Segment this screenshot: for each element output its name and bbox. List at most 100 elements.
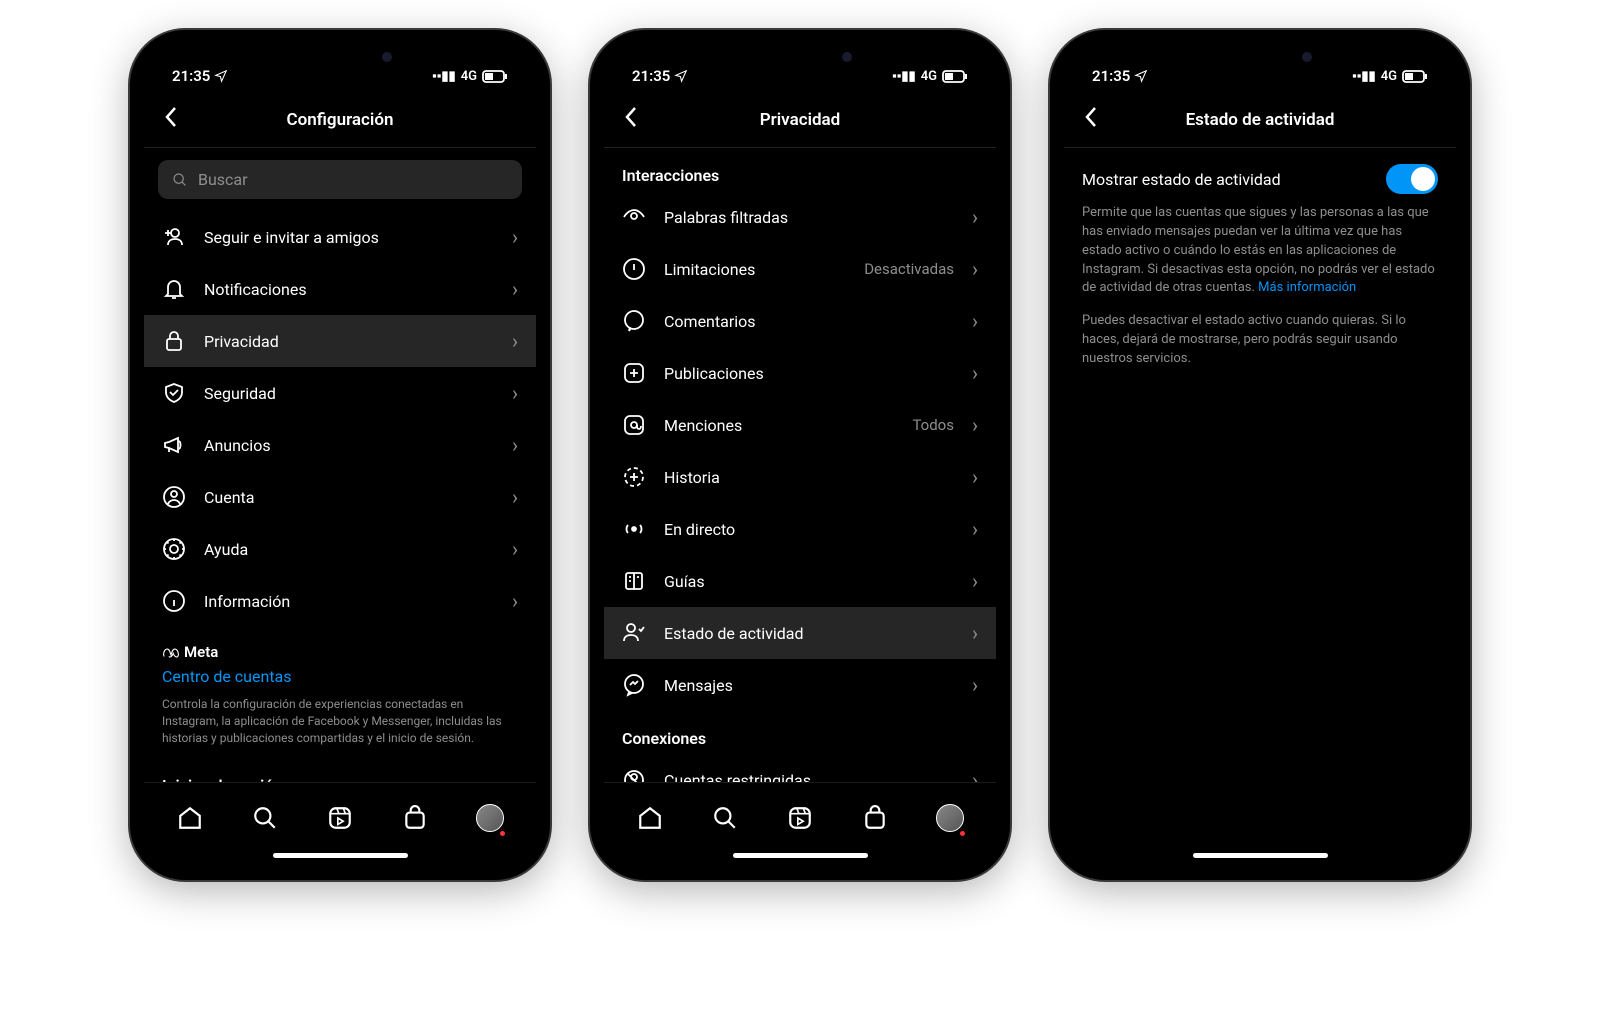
search-icon bbox=[172, 172, 188, 188]
battery-icon bbox=[942, 70, 968, 83]
page-title: Privacidad bbox=[604, 110, 996, 130]
row-limits[interactable]: Limitaciones Desactivadas › bbox=[604, 243, 996, 295]
row-comments[interactable]: Comentarios › bbox=[604, 295, 996, 347]
page-title: Estado de actividad bbox=[1064, 110, 1456, 130]
home-indicator[interactable] bbox=[733, 853, 868, 858]
chevron-right-icon: › bbox=[512, 539, 518, 559]
description-2: Puedes desactivar el estado activo cuand… bbox=[1064, 312, 1456, 383]
chevron-right-icon: › bbox=[972, 363, 978, 383]
back-button[interactable] bbox=[1078, 104, 1104, 135]
battery-icon bbox=[482, 70, 508, 83]
avatar-icon bbox=[476, 804, 504, 832]
toggle-row-activity: Mostrar estado de actividad bbox=[1064, 148, 1456, 204]
meta-icon bbox=[162, 646, 180, 658]
search-input[interactable]: Buscar bbox=[158, 160, 522, 199]
chevron-right-icon: › bbox=[512, 591, 518, 611]
tab-shop[interactable] bbox=[861, 804, 889, 832]
notch bbox=[260, 44, 420, 72]
row-restricted[interactable]: Cuentas restringidas › bbox=[604, 754, 996, 782]
row-posts[interactable]: Publicaciones › bbox=[604, 347, 996, 399]
row-story[interactable]: Historia › bbox=[604, 451, 996, 503]
status-time: 21:35 bbox=[632, 67, 670, 85]
row-guides[interactable]: Guías › bbox=[604, 555, 996, 607]
activity-status-toggle[interactable] bbox=[1386, 164, 1438, 194]
chevron-right-icon: › bbox=[972, 259, 978, 279]
row-value: Todos bbox=[912, 416, 954, 434]
back-button[interactable] bbox=[618, 104, 644, 135]
row-security[interactable]: Seguridad › bbox=[144, 367, 536, 419]
chevron-right-icon: › bbox=[972, 311, 978, 331]
row-messages[interactable]: Mensajes › bbox=[604, 659, 996, 711]
chevron-right-icon: › bbox=[972, 623, 978, 643]
story-icon bbox=[622, 465, 646, 489]
status-time: 21:35 bbox=[1092, 67, 1130, 85]
tab-reels[interactable] bbox=[326, 804, 354, 832]
back-button[interactable] bbox=[158, 104, 184, 135]
home-indicator[interactable] bbox=[1193, 853, 1328, 858]
toggle-label: Mostrar estado de actividad bbox=[1082, 170, 1281, 189]
phone-frame-1: 21:35 ▪▪▮▮ 4G Configuración Buscar Segui bbox=[130, 30, 550, 880]
meta-logo: Meta bbox=[162, 643, 518, 661]
accounts-center-link[interactable]: Centro de cuentas bbox=[162, 661, 518, 692]
notch bbox=[720, 44, 880, 72]
tab-profile[interactable] bbox=[936, 804, 964, 832]
tab-home[interactable] bbox=[176, 804, 204, 832]
chevron-right-icon: › bbox=[512, 435, 518, 455]
chevron-right-icon: › bbox=[972, 675, 978, 695]
network-label: 4G bbox=[1381, 69, 1397, 84]
chevron-right-icon: › bbox=[972, 467, 978, 487]
row-invite[interactable]: Seguir e invitar a amigos › bbox=[144, 211, 536, 263]
header: Estado de actividad bbox=[1064, 96, 1456, 148]
row-account[interactable]: Cuenta › bbox=[144, 471, 536, 523]
description-1: Permite que las cuentas que sigues y las… bbox=[1064, 204, 1456, 312]
network-label: 4G bbox=[461, 69, 477, 84]
row-activity-status[interactable]: Estado de actividad › bbox=[604, 607, 996, 659]
row-mentions[interactable]: Menciones Todos › bbox=[604, 399, 996, 451]
chevron-right-icon: › bbox=[512, 227, 518, 247]
tab-shop[interactable] bbox=[401, 804, 429, 832]
signal-icon: ▪▪▮▮ bbox=[1352, 68, 1376, 84]
chevron-right-icon: › bbox=[512, 487, 518, 507]
live-icon bbox=[622, 517, 646, 541]
tab-bar bbox=[604, 782, 996, 847]
chevron-right-icon: › bbox=[972, 207, 978, 227]
row-info[interactable]: Información › bbox=[144, 575, 536, 627]
header: Privacidad bbox=[604, 96, 996, 148]
chevron-left-icon bbox=[164, 106, 178, 128]
lock-icon bbox=[162, 329, 186, 353]
more-info-link[interactable]: Más información bbox=[1258, 280, 1356, 295]
chevron-right-icon: › bbox=[972, 415, 978, 435]
chevron-right-icon: › bbox=[512, 383, 518, 403]
phone-frame-3: 21:35 ▪▪▮▮ 4G Estado de actividad Mostra… bbox=[1050, 30, 1470, 880]
chevron-right-icon: › bbox=[972, 519, 978, 539]
row-ads[interactable]: Anuncios › bbox=[144, 419, 536, 471]
tab-search[interactable] bbox=[711, 804, 739, 832]
row-notifications[interactable]: Notificaciones › bbox=[144, 263, 536, 315]
chevron-right-icon: › bbox=[512, 331, 518, 351]
tab-home[interactable] bbox=[636, 804, 664, 832]
avatar-icon bbox=[936, 804, 964, 832]
row-privacy[interactable]: Privacidad › bbox=[144, 315, 536, 367]
tab-search[interactable] bbox=[251, 804, 279, 832]
help-icon bbox=[162, 537, 186, 561]
battery-icon bbox=[1402, 70, 1428, 83]
home-indicator[interactable] bbox=[273, 853, 408, 858]
chevron-left-icon bbox=[624, 106, 638, 128]
row-live[interactable]: En directo › bbox=[604, 503, 996, 555]
chevron-right-icon: › bbox=[972, 770, 978, 782]
signal-icon: ▪▪▮▮ bbox=[432, 68, 456, 84]
header: Configuración bbox=[144, 96, 536, 148]
messenger-icon bbox=[622, 673, 646, 697]
tab-profile[interactable] bbox=[476, 804, 504, 832]
phone-frame-2: 21:35 ▪▪▮▮ 4G Privacidad Interacciones P… bbox=[590, 30, 1010, 880]
section-interactions: Interacciones bbox=[604, 148, 996, 191]
plus-square-icon bbox=[622, 361, 646, 385]
row-filtered-words[interactable]: Palabras filtradas › bbox=[604, 191, 996, 243]
comment-icon bbox=[622, 309, 646, 333]
location-arrow-icon bbox=[674, 69, 688, 83]
tab-reels[interactable] bbox=[786, 804, 814, 832]
location-arrow-icon bbox=[214, 69, 228, 83]
signal-icon: ▪▪▮▮ bbox=[892, 68, 916, 84]
row-help[interactable]: Ayuda › bbox=[144, 523, 536, 575]
megaphone-icon bbox=[162, 433, 186, 457]
